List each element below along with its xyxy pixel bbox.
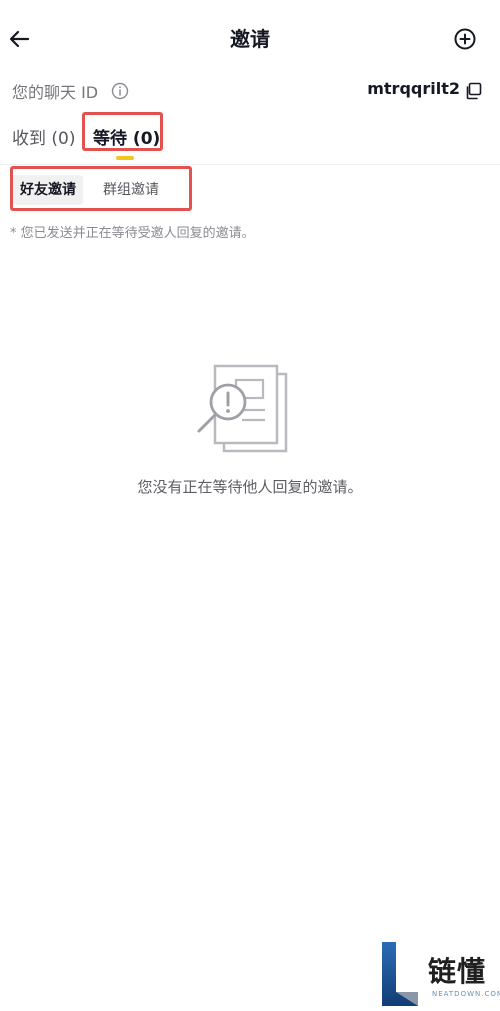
neatdown-logo-icon — [382, 942, 418, 1006]
segment-friend-invites[interactable]: 好友邀请 — [13, 175, 83, 205]
watermark-domain: NEATDOWN.COM — [432, 990, 500, 998]
active-tab-indicator — [116, 156, 134, 160]
invite-tabs: 收到 (0) 等待 (0) — [0, 120, 500, 165]
watermark-text: 链懂 — [428, 955, 487, 988]
watermark-logo: 链懂 NEATDOWN.COM — [380, 940, 500, 1008]
chat-id-row: 您的聊天 ID mtrqqrilt2 — [0, 76, 500, 106]
page-title: 邀请 — [230, 27, 270, 51]
document-magnifier-alert-icon — [197, 364, 288, 453]
top-bar: 邀请 — [0, 0, 500, 78]
tab-received[interactable]: 收到 (0) — [12, 126, 75, 152]
info-circle-icon[interactable] — [111, 82, 129, 100]
pending-note: * 您已发送并正在等待受邀人回复的邀请。 — [10, 226, 255, 241]
chat-id-value: mtrqqrilt2 — [367, 79, 460, 98]
segment-group-invites[interactable]: 群组邀请 — [96, 175, 166, 205]
copy-icon[interactable] — [464, 82, 482, 100]
invite-type-switch: 好友邀请 群组邀请 — [0, 170, 500, 210]
tab-pending[interactable]: 等待 (0) — [93, 126, 160, 152]
plus-circle-icon — [454, 28, 476, 50]
empty-state-message: 您没有正在等待他人回复的邀请。 — [137, 478, 363, 496]
add-invite-button[interactable] — [453, 27, 477, 51]
chat-id-label: 您的聊天 ID — [12, 83, 99, 102]
